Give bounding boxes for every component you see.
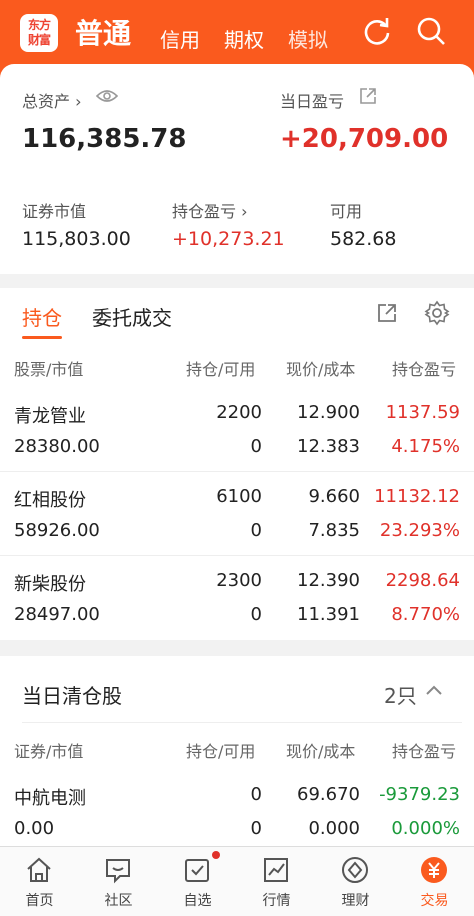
- tab-underline: [22, 336, 62, 339]
- today-pnl-value: +20,709.00: [280, 124, 449, 154]
- current-price: 69.670: [297, 784, 360, 805]
- stock-name: 青龙管业: [14, 406, 86, 427]
- nav-community[interactable]: 社区: [79, 847, 158, 916]
- chevron-up-icon[interactable]: [424, 682, 444, 698]
- today-pnl-label: 当日盈亏: [280, 92, 345, 111]
- tab-normal[interactable]: 普通: [75, 12, 131, 52]
- hold-qty: 2300: [216, 570, 262, 591]
- tab-credit[interactable]: 信用: [160, 24, 200, 53]
- total-assets-value: 116,385.78: [22, 124, 187, 154]
- stock-value: 28497.00: [14, 604, 100, 625]
- stock-name: 新柴股份: [14, 574, 86, 595]
- settings-icon[interactable]: [424, 300, 450, 326]
- position-pnl-value: +10,273.21: [172, 228, 285, 250]
- bottom-nav: 首页 社区 自选 行情 理财 交易: [0, 846, 474, 916]
- cleared-col-hold: 持仓/可用: [186, 742, 256, 761]
- col-price: 现价/成本: [286, 360, 356, 379]
- col-stock: 股票/市值: [14, 360, 84, 379]
- avail-qty: 0: [250, 604, 262, 625]
- position-pnl-pct: 8.770%: [391, 604, 460, 625]
- cost-price: 0.000: [308, 818, 360, 839]
- wealth-icon: [342, 857, 368, 883]
- cleared-count[interactable]: 2只: [384, 680, 417, 709]
- tab-options[interactable]: 期权: [224, 24, 264, 53]
- nav-home[interactable]: 首页: [0, 847, 79, 916]
- available-label: 可用: [330, 202, 363, 221]
- current-price: 12.390: [297, 570, 360, 591]
- hold-qty: 2200: [216, 402, 262, 423]
- stock-name: 中航电测: [14, 788, 86, 809]
- stock-value: 58926.00: [14, 520, 100, 541]
- chat-icon: [106, 859, 130, 884]
- market-value-label: 证券市值: [22, 202, 87, 221]
- avail-qty: 0: [250, 436, 262, 457]
- market-value: 115,803.00: [22, 228, 131, 250]
- position-row[interactable]: 红相股份 58926.00 6100 0 9.660 7.835 11132.1…: [0, 472, 474, 556]
- hold-qty: 6100: [216, 486, 262, 507]
- stock-value: 28380.00: [14, 436, 100, 457]
- col-pnl: 持仓盈亏: [392, 360, 457, 379]
- position-pnl: 1137.59: [385, 402, 460, 423]
- hold-qty: 0: [250, 784, 262, 805]
- cleared-col-pnl: 持仓盈亏: [392, 742, 457, 761]
- cost-price: 7.835: [308, 520, 360, 541]
- position-pnl-pct: 4.175%: [391, 436, 460, 457]
- share-icon[interactable]: [358, 86, 378, 106]
- cost-price: 12.383: [297, 436, 360, 457]
- eye-icon[interactable]: [96, 88, 118, 104]
- position-pnl: -9379.23: [379, 784, 460, 805]
- total-assets-label[interactable]: 总资产 ›: [22, 88, 82, 112]
- current-price: 12.900: [297, 402, 360, 423]
- cleared-title: 当日清仓股: [22, 684, 122, 708]
- refresh-icon[interactable]: [360, 14, 394, 48]
- position-pnl-pct: 23.293%: [379, 520, 460, 541]
- stock-name: 红相股份: [14, 490, 86, 511]
- home-icon: [27, 857, 51, 882]
- avail-qty: 0: [250, 818, 262, 839]
- tab-positions[interactable]: 持仓: [22, 302, 62, 331]
- position-pnl: 11132.12: [374, 486, 460, 507]
- stock-value: 0.00: [14, 818, 55, 839]
- cleared-row[interactable]: 中航电测 0.00 0 0 69.670 0.000 -9379.23 0.00…: [0, 770, 474, 854]
- watchlist-icon: [185, 859, 209, 882]
- position-row[interactable]: 青龙管业 28380.00 2200 0 12.900 12.383 1137.…: [0, 388, 474, 472]
- position-pnl-pct: 0.000%: [391, 818, 460, 839]
- cleared-col-price: 现价/成本: [286, 742, 356, 761]
- position-row[interactable]: 新柴股份 28497.00 2300 0 12.390 11.391 2298.…: [0, 556, 474, 640]
- avail-qty: 0: [250, 520, 262, 541]
- position-pnl-label[interactable]: 持仓盈亏 ›: [172, 198, 248, 222]
- nav-trade[interactable]: 交易: [395, 847, 474, 916]
- col-hold: 持仓/可用: [186, 360, 256, 379]
- yuan-icon: [421, 857, 447, 883]
- app-logo: 东方 财富: [20, 14, 58, 52]
- tab-orders[interactable]: 委托成交: [92, 302, 172, 331]
- current-price: 9.660: [308, 486, 360, 507]
- notification-dot: [212, 851, 220, 859]
- cleared-col-stock: 证券/市值: [14, 742, 84, 761]
- cost-price: 11.391: [297, 604, 360, 625]
- nav-market[interactable]: 行情: [237, 847, 316, 916]
- export-icon[interactable]: [376, 302, 398, 324]
- divider: [22, 722, 462, 723]
- chart-icon: [264, 858, 288, 882]
- available-value: 582.68: [330, 228, 397, 250]
- tab-simulation[interactable]: 模拟: [288, 24, 328, 53]
- nav-watchlist[interactable]: 自选: [158, 847, 237, 916]
- position-pnl: 2298.64: [385, 570, 460, 591]
- nav-wealth[interactable]: 理财: [316, 847, 395, 916]
- search-icon[interactable]: [414, 14, 448, 48]
